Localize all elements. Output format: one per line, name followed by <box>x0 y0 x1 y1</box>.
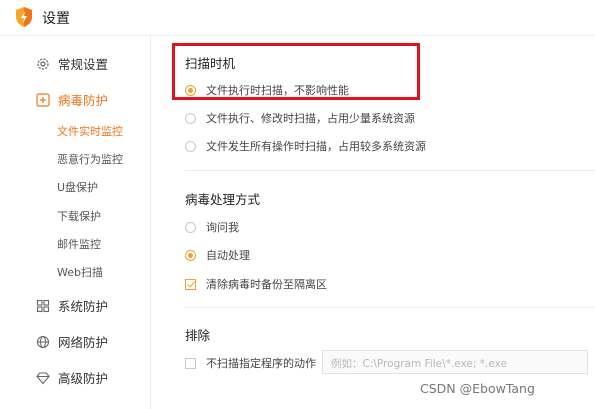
radio-unselected[interactable] <box>185 221 196 233</box>
divider <box>185 307 595 308</box>
scan-option-all-operations[interactable]: 文件发生所有操作时扫描，占用较多系统资源 <box>185 138 426 154</box>
backup-to-quarantine-option[interactable]: 清除病毒时备份至隔离区 <box>185 276 327 292</box>
option-label: 文件执行、修改时扫描，占用少量系统资源 <box>206 112 415 125</box>
plus-square-icon <box>36 92 50 107</box>
sidebar-item-virus-protection[interactable]: 病毒防护 <box>36 90 108 109</box>
subnav-file-realtime[interactable]: 文件实时监控 <box>57 123 123 139</box>
checkbox-checked[interactable] <box>185 278 196 290</box>
sidebar-item-label: 高级防护 <box>58 371 109 386</box>
sidebar-item-system-protection[interactable]: 系统防护 <box>36 296 108 315</box>
option-label: 自动处理 <box>206 249 250 262</box>
radio-selected[interactable] <box>185 249 196 261</box>
highlight-box <box>172 43 420 100</box>
option-label: 文件发生所有操作时扫描，占用较多系统资源 <box>206 140 426 153</box>
sidebar-item-label: 常规设置 <box>58 57 109 72</box>
scan-option-on-modify[interactable]: 文件执行、修改时扫描，占用少量系统资源 <box>185 110 415 126</box>
window-title: 设置 <box>42 11 70 27</box>
handling-option-auto[interactable]: 自动处理 <box>185 247 250 263</box>
exclude-programs-option[interactable]: 不扫描指定程序的动作 <box>185 355 316 371</box>
diamond-icon <box>36 371 50 384</box>
sidebar-item-label: 系统防护 <box>58 299 109 314</box>
subnav-download-protection[interactable]: 下载保护 <box>57 208 101 224</box>
gear-icon <box>37 57 49 70</box>
exclude-title: 排除 <box>185 328 211 343</box>
subnav-usb-protection[interactable]: U盘保护 <box>57 179 98 195</box>
handling-option-ask[interactable]: 询问我 <box>185 219 239 235</box>
virus-handling-title: 病毒处理方式 <box>185 192 261 207</box>
sidebar-item-label: 病毒防护 <box>58 93 109 108</box>
sidebar-item-network-protection[interactable]: 网络防护 <box>36 332 108 351</box>
radio-unselected[interactable] <box>185 140 196 152</box>
subnav-behavior-monitor[interactable]: 恶意行为监控 <box>57 151 123 167</box>
option-label: 不扫描指定程序的动作 <box>206 357 316 370</box>
watermark: CSDN @EbowTang <box>420 381 535 396</box>
globe-icon <box>36 335 50 348</box>
shield-logo-icon <box>16 7 32 27</box>
radio-unselected[interactable] <box>185 112 196 124</box>
subnav-web-scan[interactable]: Web扫描 <box>57 264 103 280</box>
sidebar-item-label: 网络防护 <box>58 335 109 350</box>
title-bar: 设置 <box>0 0 595 36</box>
exclude-path-input[interactable]: 例如：C:\Program File\*.exe; *.exe <box>322 350 588 374</box>
checkbox-unchecked[interactable] <box>185 357 196 369</box>
grid-icon <box>36 299 50 312</box>
divider <box>185 170 595 171</box>
sidebar-item-advanced-protection[interactable]: 高级防护 <box>36 368 108 387</box>
option-label: 询问我 <box>206 221 239 234</box>
subnav-mail-monitor[interactable]: 邮件监控 <box>57 236 101 252</box>
option-label: 清除病毒时备份至隔离区 <box>206 278 327 291</box>
sidebar-item-general[interactable]: 常规设置 <box>36 54 108 73</box>
